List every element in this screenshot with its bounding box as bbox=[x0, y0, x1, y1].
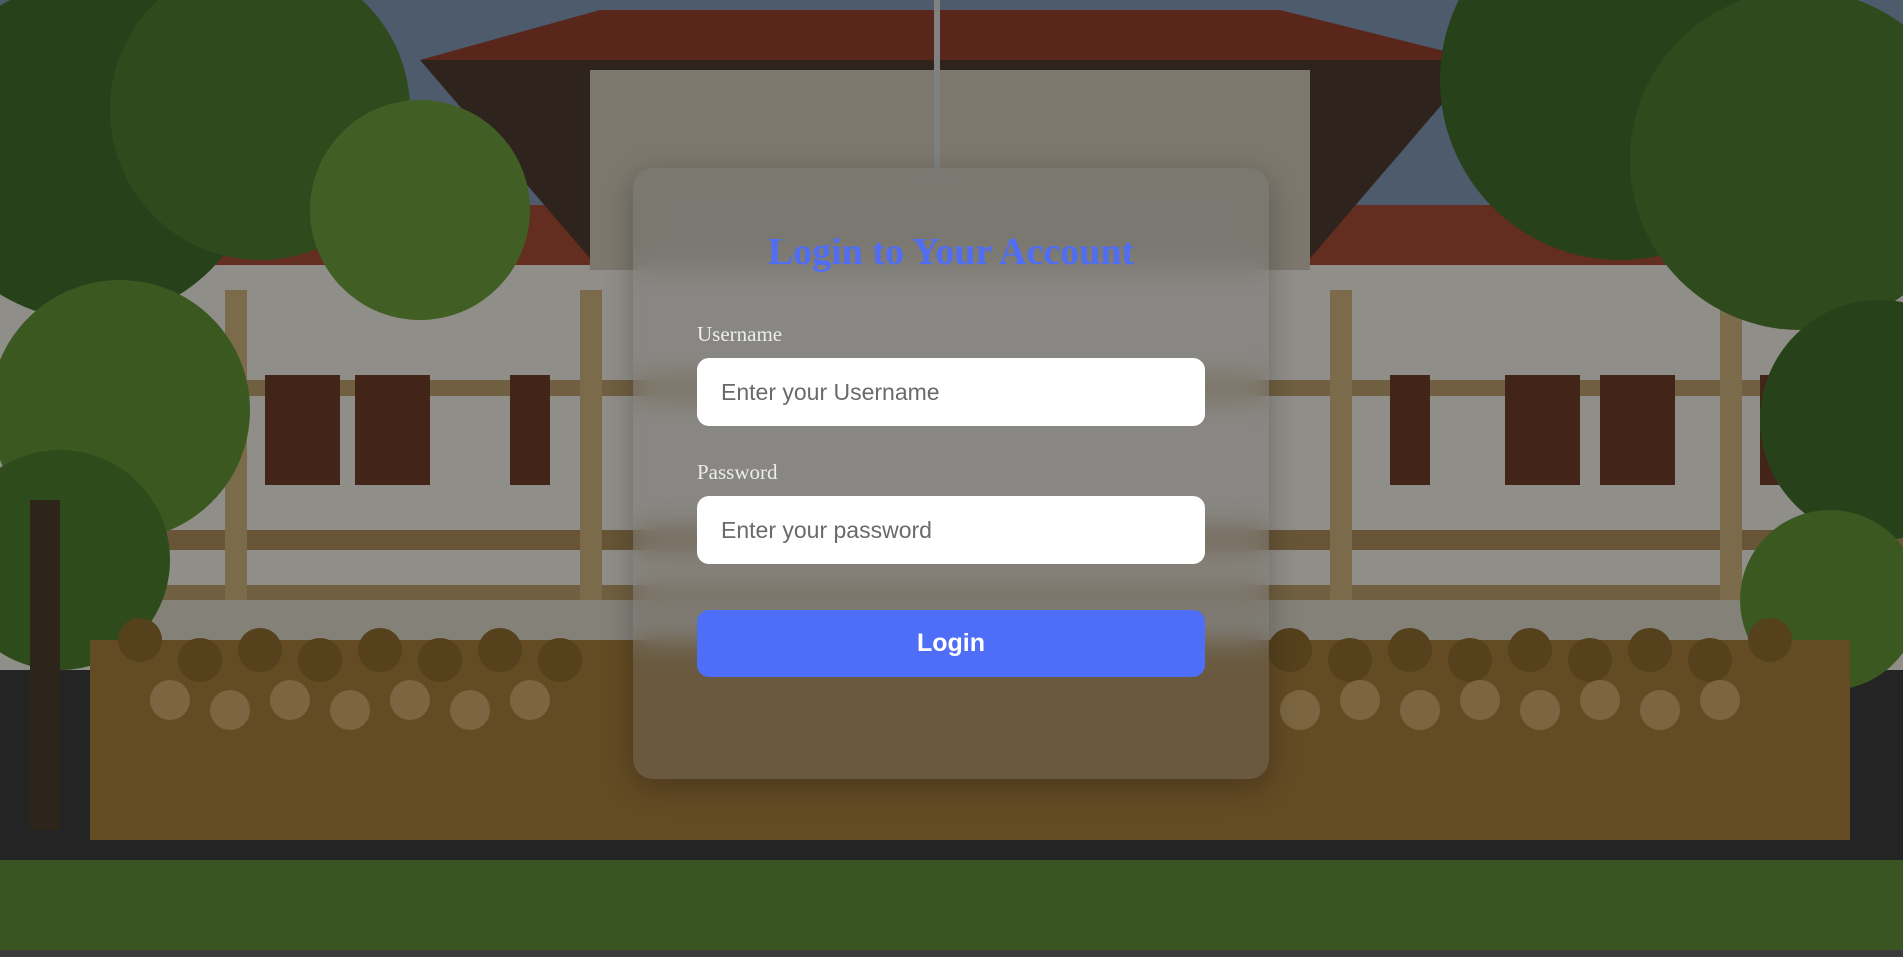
login-card: Login to Your Account Username Password … bbox=[633, 168, 1269, 779]
password-input[interactable] bbox=[697, 496, 1205, 564]
login-title: Login to Your Account bbox=[767, 231, 1135, 273]
password-label: Password bbox=[697, 460, 778, 484]
login-button[interactable]: Login bbox=[697, 610, 1205, 677]
username-label: Username bbox=[697, 322, 783, 346]
username-input[interactable] bbox=[697, 358, 1205, 426]
bottom-edge bbox=[0, 950, 1903, 957]
login-page: Login to Your Account Username Password … bbox=[0, 0, 1903, 957]
